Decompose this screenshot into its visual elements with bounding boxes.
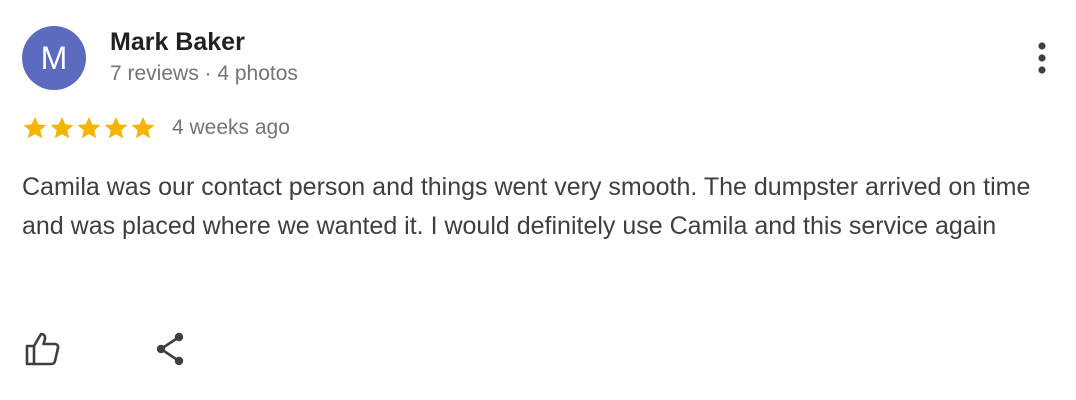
review-card: M Mark Baker 7 reviews · 4 photos 4 week… (0, 0, 1076, 400)
avatar-letter: M (40, 40, 68, 76)
star-icon (50, 116, 74, 139)
review-date: 4 weeks ago (172, 116, 290, 139)
star-icon (23, 116, 47, 139)
like-button[interactable] (19, 326, 65, 372)
more-vert-icon (1038, 42, 1046, 74)
star-icon (104, 116, 128, 139)
share-button[interactable] (147, 326, 193, 372)
reviewer-meta: 7 reviews · 4 photos (110, 62, 298, 85)
reviewer-name[interactable]: Mark Baker (110, 26, 245, 58)
star-rating (22, 115, 156, 141)
avatar[interactable]: M (22, 26, 86, 90)
star-icon (77, 116, 101, 139)
thumb-up-icon (25, 332, 60, 366)
more-options-button[interactable] (1020, 36, 1064, 80)
star-icon (131, 116, 155, 139)
review-text: Camila was our contact person and things… (22, 173, 1031, 240)
share-icon (156, 332, 184, 366)
rating-row: 4 weeks ago (22, 112, 290, 144)
